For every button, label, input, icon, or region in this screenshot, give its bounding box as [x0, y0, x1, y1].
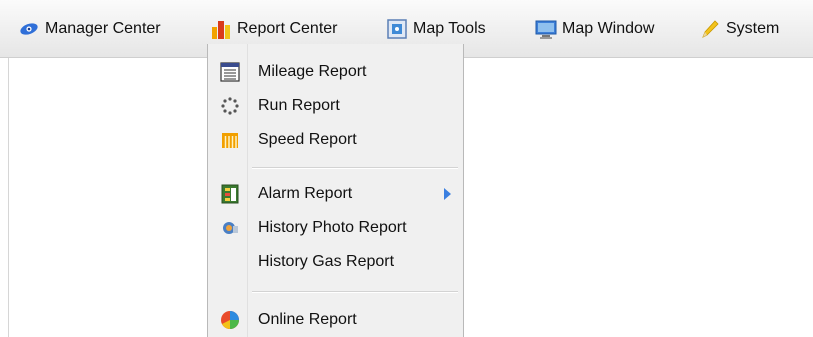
submenu-arrow-icon: [444, 188, 451, 200]
menubar-label: Map Window: [562, 20, 655, 37]
menubar-item-manager-center[interactable]: Manager Center: [18, 16, 161, 42]
menu-item-label: Alarm Report: [258, 185, 353, 202]
menubar-label: Manager Center: [45, 20, 161, 37]
pencil-icon: [699, 18, 721, 40]
page-border: [8, 58, 9, 337]
speed-bars-icon: [219, 129, 241, 151]
dotted-circle-icon: [219, 95, 241, 117]
menubar-label: Map Tools: [413, 20, 486, 37]
online-globe-icon: [219, 309, 241, 331]
monitor-icon: [535, 18, 557, 40]
eye-icon: [18, 18, 40, 40]
report-center-dropdown: Mileage Report Run Report Speed Report A…: [207, 44, 464, 337]
menubar-item-system[interactable]: System: [699, 16, 779, 42]
menubar-item-map-tools[interactable]: Map Tools: [386, 16, 486, 42]
menu-item-label: Speed Report: [258, 131, 357, 148]
menu-separator: [252, 167, 458, 169]
menubar-label: Report Center: [237, 20, 338, 37]
menu-item-history-gas-report[interactable]: History Gas Report: [208, 245, 463, 279]
alarm-report-icon: [219, 183, 241, 205]
menu-item-label: Mileage Report: [258, 63, 367, 80]
menubar-item-map-window[interactable]: Map Window: [535, 16, 654, 42]
menu-separator: [252, 291, 458, 293]
menu-item-speed-report[interactable]: Speed Report: [208, 123, 463, 157]
menu-item-alarm-report[interactable]: Alarm Report: [208, 177, 463, 211]
menu-item-label: Online Report: [258, 311, 357, 328]
menu-item-history-photo-report[interactable]: History Photo Report: [208, 211, 463, 245]
bar-chart-icon: [210, 18, 232, 40]
menu-item-mileage-report[interactable]: Mileage Report: [208, 55, 463, 89]
menubar-label: System: [726, 20, 780, 37]
calendar-list-icon: [219, 61, 241, 83]
menubar-item-report-center[interactable]: Report Center: [210, 16, 338, 42]
menu-item-label: History Gas Report: [258, 253, 395, 270]
menu-item-online-report[interactable]: Online Report: [208, 303, 463, 337]
menu-item-run-report[interactable]: Run Report: [208, 89, 463, 123]
menu-item-label: History Photo Report: [258, 219, 407, 236]
menu-item-label: Run Report: [258, 97, 340, 114]
map-tools-icon: [386, 18, 408, 40]
photo-icon: [219, 217, 241, 239]
